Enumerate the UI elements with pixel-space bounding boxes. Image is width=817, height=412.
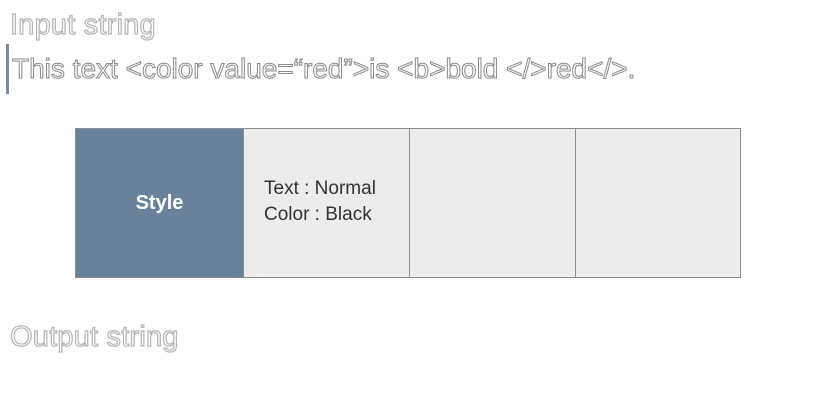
style-cell-3 — [575, 129, 740, 277]
style-table: Style Text : Normal Color : Black — [75, 128, 741, 278]
style-cell-1-line-1: Text : Normal — [264, 178, 376, 199]
input-string-heading: Input string — [9, 9, 156, 41]
style-cell-2 — [409, 129, 575, 277]
style-header-cell: Style — [76, 129, 243, 277]
output-string-heading: Output string — [9, 321, 179, 353]
style-cell-1-line-2: Color : Black — [264, 204, 372, 225]
input-string-text: This text <color value=“red”>is <b>bold … — [11, 53, 636, 84]
style-cell-1: Text : Normal Color : Black — [243, 129, 409, 277]
text-cursor — [6, 44, 9, 94]
style-header-label: Style — [135, 191, 184, 214]
